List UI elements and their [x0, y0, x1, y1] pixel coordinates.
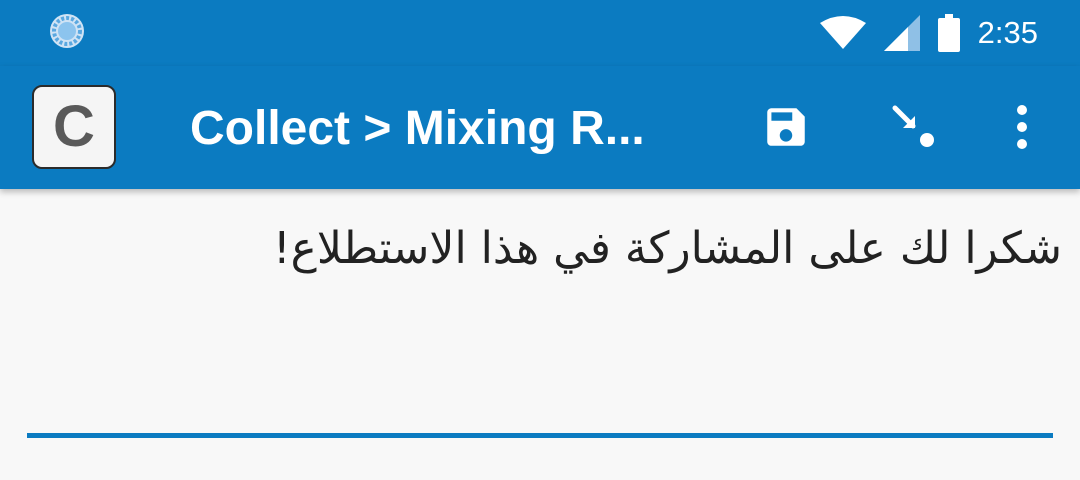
save-button[interactable]	[751, 92, 821, 162]
question-label: شكرا لك على المشاركة في هذا الاستطلاع!	[272, 223, 1062, 274]
form-content: شكرا لك على المشاركة في هذا الاستطلاع!	[0, 189, 1080, 480]
status-bar: 2:35	[0, 0, 1080, 66]
save-icon	[767, 108, 805, 146]
answer-underline	[27, 433, 1053, 438]
more-vert-icon	[1017, 105, 1027, 149]
wifi-icon	[819, 16, 866, 49]
battery-icon	[937, 14, 960, 52]
app-logo-letter: C	[53, 94, 95, 159]
jump-icon	[892, 105, 934, 147]
status-indicators: 2:35	[819, 0, 1038, 66]
app-bar: C Collect > Mixing R...	[0, 66, 1080, 189]
cellular-signal-icon	[883, 15, 920, 51]
sync-spinner-icon	[50, 14, 84, 48]
page-title: Collect > Mixing R...	[190, 102, 645, 155]
jump-button[interactable]	[879, 92, 949, 162]
app-logo: C	[32, 85, 116, 169]
status-time: 2:35	[977, 15, 1038, 50]
more-options-button[interactable]	[987, 92, 1057, 162]
